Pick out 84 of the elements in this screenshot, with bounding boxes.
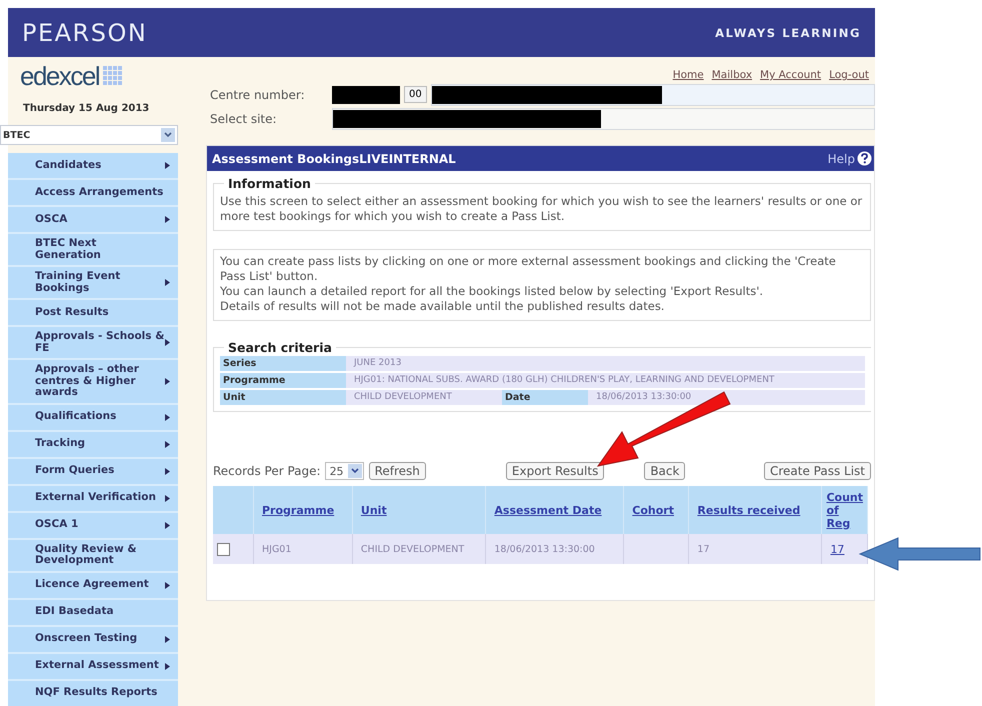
help-link[interactable]: Help [828,152,855,166]
submenu-arrow-icon [165,414,170,420]
submenu-arrow-icon [165,378,170,385]
action-button[interactable]: Export Results [506,462,604,480]
submenu-arrow-icon [165,636,170,642]
sidebar-item[interactable]: Post Results [8,300,178,327]
criteria-label: Unit [220,390,346,405]
submenu-arrow-icon [165,494,170,502]
logo-text: edexcel [20,60,100,92]
criteria-value: 18/06/2013 13:30:00 [595,391,692,404]
sidebar-item[interactable]: Approvals – other centres & Higher awards [8,360,178,404]
criteria-value: CHILD DEVELOPMENT [353,391,453,404]
note-text: Details of results will not be made available until the published results dates. [220,299,666,314]
sidebar-item[interactable]: BTEC Next Generation [8,234,178,267]
action-button[interactable]: Create Pass List [764,462,871,480]
records-per-page-label: Records Per Page: [213,464,321,478]
count-link[interactable]: 17 [830,542,844,556]
sidebar-item[interactable]: Qualifications [8,404,178,432]
records-per-page-select[interactable]: 25 [324,462,364,480]
table-cell: 17 [688,534,822,564]
table-cell: HJG01 [254,534,352,564]
sidebar-item[interactable]: NQF Results Reports [8,680,178,706]
column-header-link[interactable]: Unit [360,504,387,516]
sidebar-item[interactable]: Onscreen Testing [8,626,178,654]
field-label: Centre number: [210,88,306,102]
current-date: Thursday 15 Aug 2013 [22,102,150,116]
submenu-arrow-icon [165,662,170,670]
top-link[interactable]: Mailbox [712,69,752,81]
submenu-arrow-icon [165,216,170,223]
note-text: You can create pass lists by clicking on one or more external assessment bookings and clicking the 'Create Pass List' button. [220,254,837,284]
site-select[interactable] [332,108,875,130]
action-button[interactable]: Refresh [368,462,426,480]
top-link[interactable]: Log-out [829,69,869,81]
sidebar-item[interactable]: Form Queries [8,458,178,486]
centre-code: 00 [404,86,427,103]
column-header-link[interactable]: Cohort [632,504,674,516]
criteria-value: JUNE 2013 [352,357,402,370]
sidebar-item[interactable]: Candidates [8,153,178,180]
action-button[interactable]: Back [644,462,686,480]
section-legend: Search criteria [224,340,336,355]
field-label: Select site: [210,112,278,126]
column-header-link[interactable]: Programme [262,504,334,516]
submenu-arrow-icon [165,339,170,346]
submenu-arrow-icon [165,582,170,588]
row-checkbox[interactable] [217,542,230,556]
criteria-label: Programme [220,373,346,388]
sidebar-item[interactable]: Licence Agreement [8,572,178,600]
note-text: You can launch a detailed report for all the bookings listed below by selecting 'Export Results'. [220,284,764,299]
table-cell [624,534,689,564]
sidebar-item[interactable]: EDI Basedata [8,600,178,626]
criteria-value: HJG01: NATIONAL SUBS. AWARD (180 GLH) CHILDREN'S PLAY, LEARNING AND DEVELOPMENT [353,374,776,387]
top-link[interactable]: Home [672,69,704,81]
sidebar-item[interactable]: Tracking [8,432,178,458]
brand-name: PEARSON [22,18,148,46]
dropdown-icon [348,464,362,478]
sidebar-item[interactable]: External Verification [8,486,178,512]
submenu-arrow-icon [165,279,170,286]
sidebar-item[interactable]: Access Arrangements [8,180,178,207]
sidebar-item[interactable]: Quality Review & Development [8,540,178,572]
information-text: Use this screen to select either an assessment booking for which you wish to see the learners' results or one or more test bookings for which you wish to create a Pass List. [220,194,864,224]
help-icon[interactable] [857,151,872,166]
table-cell: 18/06/2013 13:30:00 [486,534,624,564]
redaction-bar [332,86,400,104]
top-link[interactable]: My Account [760,69,822,81]
criteria-label: Date [502,390,588,405]
table-cell: CHILD DEVELOPMENT [352,534,486,564]
section-legend: Information [224,176,315,191]
submenu-arrow-icon [165,162,170,169]
panel-title: Assessment BookingsLIVEINTERNAL [212,152,456,166]
table-cell[interactable]: 17 [822,534,868,564]
qualification-select[interactable]: BTEC [0,125,178,145]
dropdown-icon [161,128,175,142]
sidebar-item[interactable]: Training Event Bookings [8,267,178,300]
sidebar-item[interactable]: OSCA [8,207,178,234]
tagline: ALWAYS LEARNING [715,26,861,40]
submenu-arrow-icon [165,468,170,474]
dot-grid-icon [103,66,124,86]
sidebar-item[interactable]: Approvals - Schools & FE [8,327,178,360]
criteria-label: Series [220,356,346,371]
centre-name-field[interactable] [430,84,875,106]
submenu-arrow-icon [165,440,170,448]
sidebar-item[interactable]: External Assessment [8,654,178,680]
submenu-arrow-icon [165,522,170,528]
sidebar-item[interactable]: OSCA 1 [8,512,178,540]
